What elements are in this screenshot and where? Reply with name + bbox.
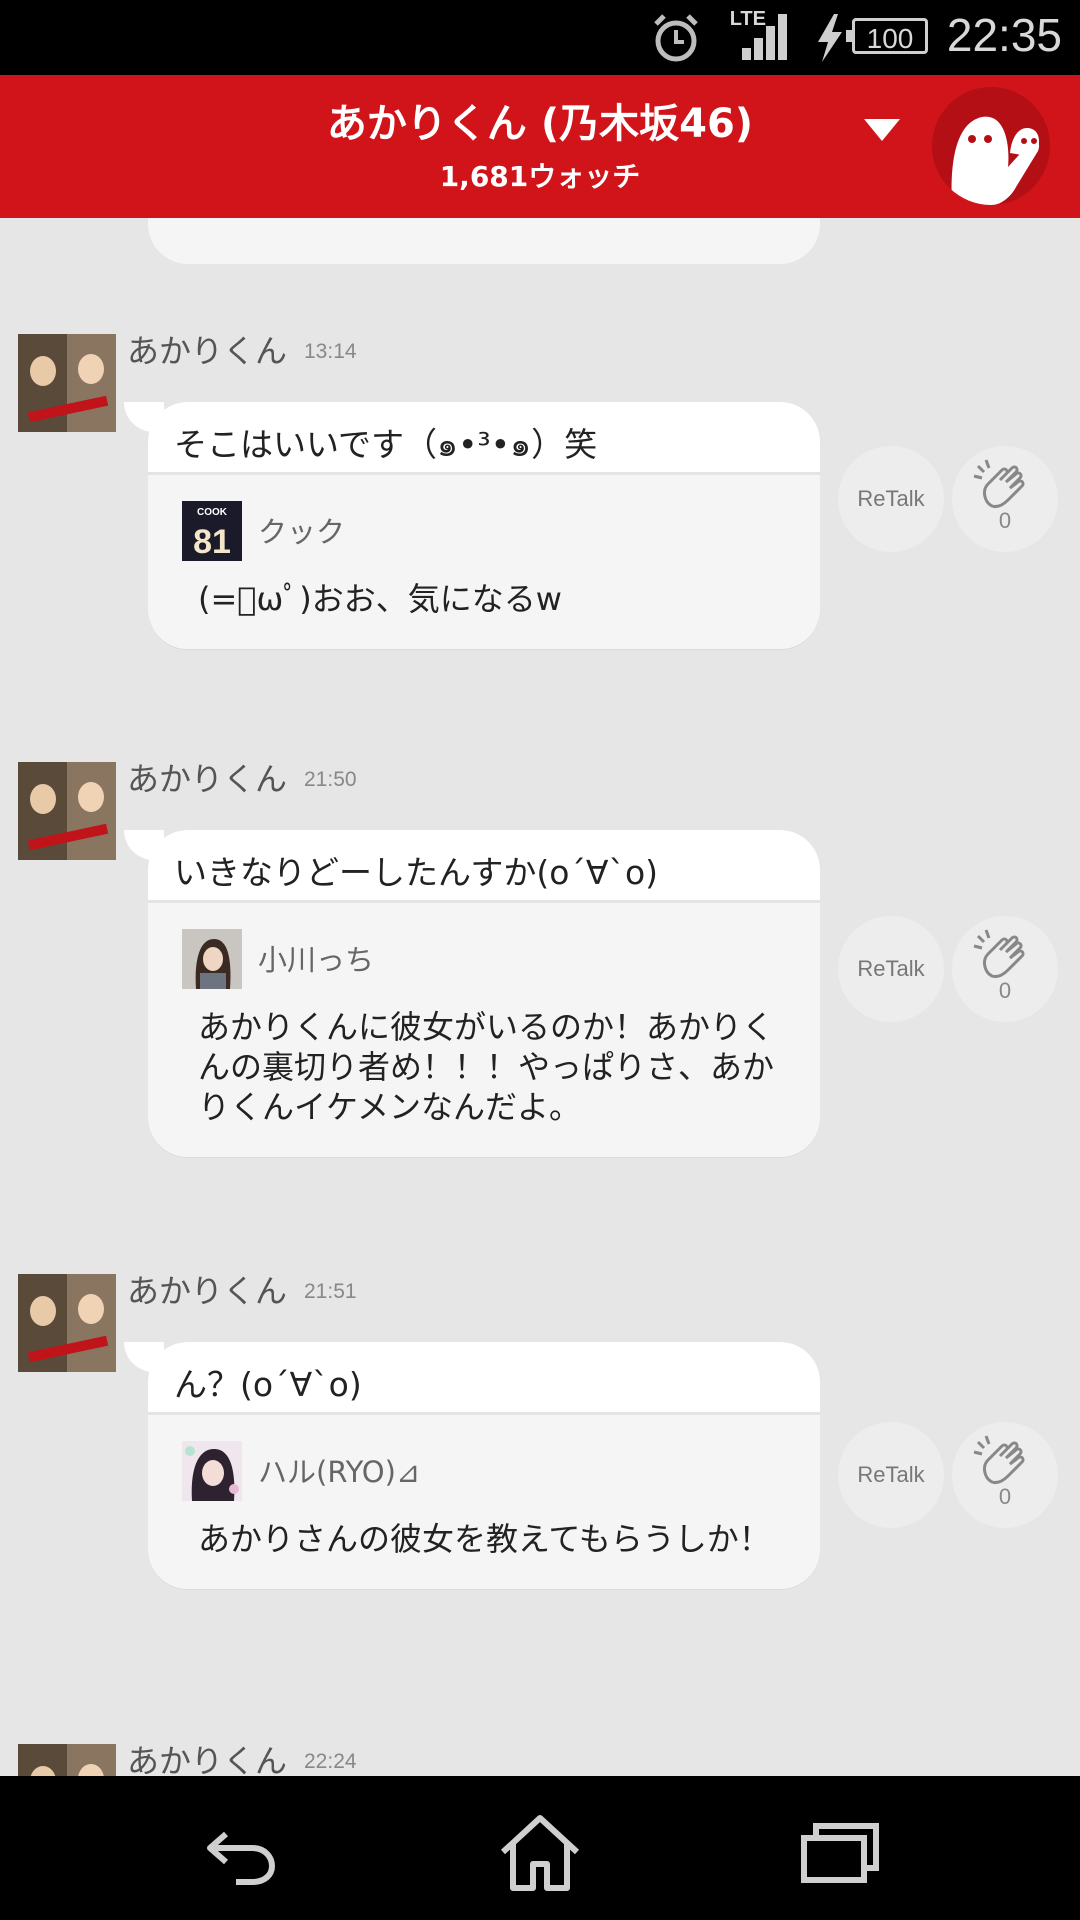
message-author: あかりくん [127, 760, 288, 798]
mascot-icon[interactable] [932, 87, 1050, 205]
quote-text: (=ﾟωﾟ)おお、気になるw [198, 580, 562, 618]
quoted-reply[interactable]: COOK 81 クック (=ﾟωﾟ)おお、気になるw [148, 472, 820, 649]
message-text: いきなりどーしたんすか(o´∀`o) [174, 853, 659, 892]
retalk-button[interactable]: ReTalk [838, 1422, 944, 1528]
status-bar: LTE 100 22:35 [0, 0, 1080, 75]
page-title: あかりくん (乃木坂46) [0, 91, 1080, 149]
mascot-ghost-icon [951, 116, 1040, 205]
clap-icon [973, 459, 1025, 508]
alarm-icon [654, 14, 698, 62]
message-bubble: そこはいいです（๑•³•๑）笑 COOK 81 クック (=ﾟωﾟ)おお、気にな… [148, 402, 820, 649]
quote-user: 小川っち [258, 943, 375, 977]
quote-text: あかりくんに彼女がいるのか！あかりくんの裏切り者め！！！やっぱりさ、あかりくんイ… [198, 1008, 775, 1126]
clap-count: 0 [998, 978, 1012, 1003]
quote-user: ハル(RYO)⊿ [258, 1455, 421, 1489]
quote-text: あかりさんの彼女を教えてもらうしか！ [198, 1520, 771, 1558]
retalk-button[interactable]: ReTalk [838, 446, 944, 552]
quote-user: クック [258, 515, 346, 549]
avatar[interactable] [18, 1744, 116, 1776]
battery-icon: 100 [846, 18, 928, 54]
retalk-button[interactable]: ReTalk [838, 916, 944, 1022]
page-title-text: あかりくん (乃木坂46) [326, 101, 754, 147]
back-icon[interactable] [196, 1812, 286, 1892]
avatar[interactable] [18, 762, 116, 860]
quote-avatar[interactable] [182, 1441, 242, 1501]
clap-button[interactable]: 0 [952, 1422, 1058, 1528]
talk-feed[interactable]: あかりくん 13:14 そこはいいです（๑•³•๑）笑 COOK 81 クック … [0, 218, 1080, 1776]
message-bubble: ん？(o´∀`o) ハル(RYO)⊿ あかりさんの彼女を教えてもらうしか！ [148, 1342, 820, 1589]
clap-icon [973, 929, 1025, 978]
message-time: 21:51 [304, 1280, 357, 1303]
message-text: そこはいいです（๑•³•๑）笑 [174, 425, 598, 464]
previous-message-bubble [148, 218, 820, 264]
dropdown-triangle-icon[interactable] [862, 115, 902, 145]
message-author: あかりくん [127, 1272, 288, 1310]
ogawa-avatar-image [182, 929, 242, 989]
avatar[interactable] [18, 1274, 116, 1372]
home-icon[interactable] [495, 1812, 585, 1892]
message-text: ん？(o´∀`o) [174, 1365, 362, 1404]
recent-apps-icon[interactable] [794, 1812, 884, 1892]
app-header: あかりくん (乃木坂46) 1,681ウォッチ [0, 75, 1080, 218]
haru-avatar-image [182, 1441, 242, 1501]
clap-icon [973, 1435, 1025, 1484]
system-nav-bar [0, 1776, 1080, 1920]
cook-label: COOK [197, 507, 228, 518]
message-time: 13:14 [304, 340, 357, 363]
avatar[interactable] [18, 334, 116, 432]
quoted-reply[interactable]: ハル(RYO)⊿ あかりさんの彼女を教えてもらうしか！ [148, 1412, 820, 1589]
quote-avatar[interactable] [182, 929, 242, 989]
cook-number: 81 [193, 523, 231, 561]
signal-icon [742, 14, 787, 60]
message-bubble: いきなりどーしたんすか(o´∀`o) 小川っち あかりくんに彼女がいるのか！あか… [148, 830, 820, 1157]
clap-count: 0 [998, 1484, 1012, 1509]
clap-count: 0 [998, 508, 1012, 533]
quoted-reply[interactable]: 小川っち あかりくんに彼女がいるのか！あかりくんの裏切り者め！！！やっぱりさ、あ… [148, 900, 820, 1157]
message-author: あかりくん [127, 332, 288, 370]
cook-avatar-image: COOK 81 [182, 501, 242, 561]
clap-button[interactable]: 0 [952, 916, 1058, 1022]
charging-icon [818, 14, 842, 62]
clock: 22:35 [946, 9, 1062, 61]
message-time: 22:24 [304, 1750, 357, 1773]
clap-button[interactable]: 0 [952, 446, 1058, 552]
quote-avatar[interactable]: COOK 81 [182, 501, 242, 561]
message-time: 21:50 [304, 768, 357, 791]
message-author: あかりくん [127, 1742, 288, 1776]
watch-count: 1,681ウォッチ [439, 160, 641, 193]
